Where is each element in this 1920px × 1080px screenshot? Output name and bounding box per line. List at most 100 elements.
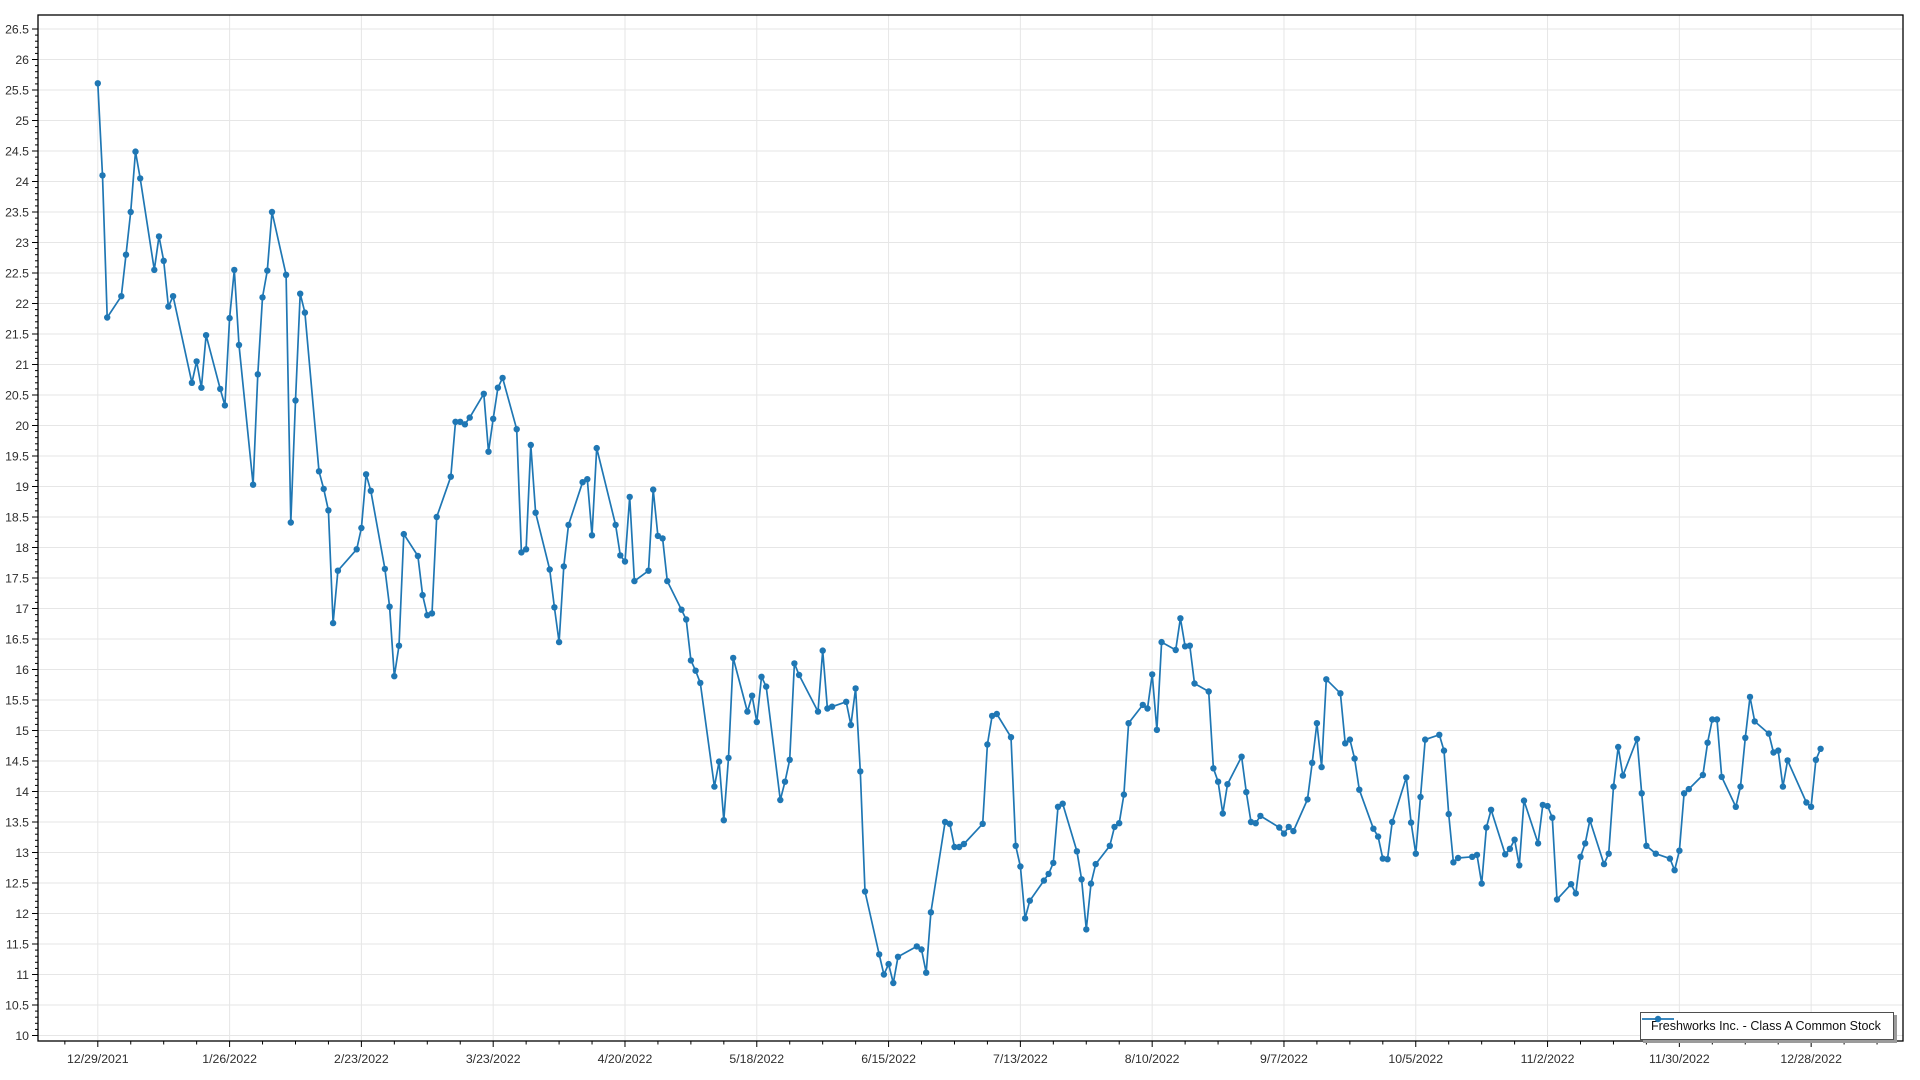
data-point	[104, 314, 110, 320]
y-tick-label: 20.5	[5, 388, 29, 402]
y-tick-label: 18	[15, 541, 29, 555]
data-point	[612, 522, 618, 528]
data-point	[1521, 797, 1527, 803]
data-point	[1347, 736, 1353, 742]
data-point	[725, 755, 731, 761]
plot-frame	[38, 15, 1903, 1041]
data-point	[961, 841, 967, 847]
data-point	[292, 397, 298, 403]
data-point	[1083, 926, 1089, 932]
data-point	[151, 267, 157, 273]
y-tick-label: 25	[15, 114, 29, 128]
data-point	[777, 797, 783, 803]
data-point	[1686, 786, 1692, 792]
data-point	[335, 568, 341, 574]
data-point	[1813, 757, 1819, 763]
data-point	[396, 643, 402, 649]
data-point	[434, 514, 440, 520]
data-point	[1206, 688, 1212, 694]
y-tick-label: 14	[15, 785, 29, 799]
data-point	[758, 674, 764, 680]
data-point	[547, 566, 553, 572]
data-point	[1210, 765, 1216, 771]
data-point	[645, 568, 651, 574]
x-tick-label: 11/2/2022	[1521, 1052, 1575, 1066]
data-point	[1022, 915, 1028, 921]
data-point	[523, 546, 529, 552]
data-point	[947, 821, 953, 827]
data-point	[415, 553, 421, 559]
data-point	[1041, 877, 1047, 883]
x-tick-label: 6/15/2022	[861, 1052, 916, 1066]
data-point	[650, 486, 656, 492]
data-point	[226, 315, 232, 321]
data-point	[1436, 732, 1442, 738]
data-point	[1615, 744, 1621, 750]
data-point	[815, 708, 821, 714]
data-point	[1017, 863, 1023, 869]
data-point	[236, 342, 242, 348]
data-point	[1408, 819, 1414, 825]
data-point	[857, 768, 863, 774]
data-point	[659, 535, 665, 541]
data-point	[589, 532, 595, 538]
data-point	[1158, 639, 1164, 645]
x-tick-label: 11/30/2022	[1649, 1052, 1710, 1066]
y-tick-label: 22.5	[5, 266, 29, 280]
data-point	[1808, 804, 1814, 810]
y-tick-label: 26.5	[5, 22, 29, 36]
data-point	[316, 468, 322, 474]
data-point	[876, 951, 882, 957]
data-point	[622, 558, 628, 564]
data-point	[514, 426, 520, 432]
data-point	[895, 954, 901, 960]
x-tick-label: 4/20/2022	[598, 1052, 653, 1066]
y-tick-label: 10	[15, 1029, 29, 1043]
data-point	[391, 673, 397, 679]
data-point	[1719, 774, 1725, 780]
data-point	[1088, 880, 1094, 886]
data-point	[302, 309, 308, 315]
data-point	[551, 604, 557, 610]
data-point	[269, 209, 275, 215]
data-point	[848, 722, 854, 728]
data-point	[1093, 861, 1099, 867]
data-point	[782, 779, 788, 785]
data-point	[1403, 774, 1409, 780]
data-point	[749, 693, 755, 699]
data-point	[664, 578, 670, 584]
data-point	[1116, 820, 1122, 826]
data-point	[170, 293, 176, 299]
data-point	[1747, 694, 1753, 700]
data-point	[485, 449, 491, 455]
legend-label: Freshworks Inc. - Class A Common Stock	[1651, 1019, 1881, 1033]
data-point	[1422, 736, 1428, 742]
x-tick-label: 12/28/2022	[1780, 1052, 1842, 1066]
y-tick-label: 25.5	[5, 83, 29, 97]
data-point	[1516, 862, 1522, 868]
data-point	[401, 531, 407, 537]
data-point	[1455, 855, 1461, 861]
data-point	[627, 494, 633, 500]
data-point	[1337, 690, 1343, 696]
data-point	[1304, 796, 1310, 802]
data-point	[1535, 840, 1541, 846]
data-point	[1766, 730, 1772, 736]
data-point	[1276, 824, 1282, 830]
data-point	[1704, 740, 1710, 746]
data-point	[1479, 880, 1485, 886]
data-point	[297, 291, 303, 297]
data-point	[321, 486, 327, 492]
data-point	[1700, 772, 1706, 778]
data-point	[1610, 783, 1616, 789]
data-point	[1060, 801, 1066, 807]
data-point	[1050, 860, 1056, 866]
data-point	[1384, 856, 1390, 862]
data-point	[325, 507, 331, 513]
data-point	[918, 946, 924, 952]
data-point	[330, 620, 336, 626]
data-point	[820, 647, 826, 653]
data-point	[1780, 783, 1786, 789]
data-point	[1488, 807, 1494, 813]
data-point	[1013, 843, 1019, 849]
